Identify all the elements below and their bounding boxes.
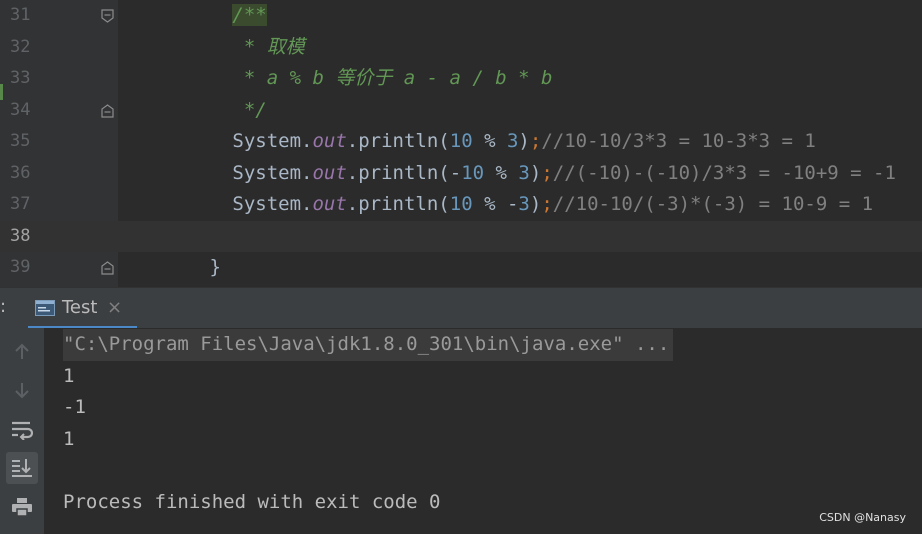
code-token: % [484, 161, 519, 184]
code-token: % - [472, 193, 519, 215]
line-number[interactable]: 34 [10, 95, 34, 127]
code-token: //10-10/(-3)*(-3) = 10-9 = 1 [552, 193, 874, 215]
code-token: System. [232, 130, 313, 152]
code-token: ) [529, 193, 542, 215]
console-toolbar [0, 328, 44, 534]
down-arrow-button[interactable] [6, 374, 38, 406]
fold-close-icon[interactable] [101, 103, 114, 118]
console-output-line: 1 [63, 365, 75, 387]
code-token: /** [232, 4, 267, 26]
tab-close-icon[interactable]: × [107, 297, 122, 318]
console-command-line[interactable]: "C:\Program Files\Java\jdk1.8.0_301\bin\… [63, 329, 674, 361]
code-line[interactable]: 36 System.out.println(-10 % 3);//(-10)-(… [0, 158, 922, 190]
code-token: 3 [518, 193, 530, 215]
code-token: 10 [449, 130, 473, 152]
code-token: * a % b 等价于 a - a / b * b [243, 67, 553, 89]
code-token: 3 [518, 161, 530, 184]
code-token: out [312, 130, 347, 152]
code-text[interactable]: System.out.println(-10 % 3);//(-10)-(-10… [118, 158, 896, 190]
run-tool-window-header: : Test × [0, 287, 922, 329]
code-text[interactable]: System.out.println(10 % 3);//10-10/3*3 =… [118, 126, 816, 158]
print-button[interactable] [6, 491, 38, 523]
code-text[interactable]: * 取模 [118, 32, 305, 64]
code-token: */ [243, 98, 267, 121]
console-icon [35, 300, 55, 316]
line-number[interactable]: 33 [10, 63, 34, 95]
code-token: ) [529, 161, 542, 184]
code-token: ; [541, 193, 553, 215]
console-output-line: -1 [63, 396, 86, 418]
tab-test[interactable]: Test × [28, 288, 137, 329]
code-token: System. [232, 161, 313, 184]
code-token: 10 [461, 161, 485, 184]
code-line[interactable]: 32 * 取模 [0, 32, 922, 64]
line-number[interactable]: 36 [10, 158, 34, 190]
console-exit-message: Process finished with exit code 0 [63, 491, 441, 513]
soft-wrap-button[interactable] [6, 414, 38, 446]
line-number[interactable]: 35 [10, 126, 34, 158]
code-token: out [312, 161, 347, 184]
code-token: ; [529, 130, 542, 152]
code-token: * 取模 [243, 35, 305, 58]
code-text[interactable]: System.out.println(10 % -3);//10-10/(-3)… [118, 189, 873, 221]
code-token: 10 [449, 193, 473, 215]
code-text[interactable]: * a % b 等价于 a - a / b * b [118, 63, 553, 95]
console-output-line: 1 [63, 428, 75, 450]
print-icon [11, 497, 33, 517]
watermark: CSDN @Nanasy [819, 511, 906, 524]
code-token: System. [232, 193, 313, 215]
line-number[interactable]: 31 [10, 0, 34, 32]
down-arrow-icon [13, 381, 31, 399]
console-output[interactable]: "C:\Program Files\Java\jdk1.8.0_301\bin\… [44, 328, 922, 534]
code-token: ) [518, 130, 530, 152]
code-token: % [472, 130, 507, 152]
code-token: 3 [506, 130, 519, 152]
code-token: out [312, 193, 347, 215]
run-label-prefix: : [0, 296, 7, 317]
code-token: .println( [346, 130, 450, 152]
tab-test-label: Test [62, 297, 98, 318]
up-arrow-icon [13, 343, 31, 361]
code-token: } [209, 256, 221, 278]
line-number[interactable]: 37 [10, 189, 34, 221]
code-token: ; [541, 161, 553, 184]
fold-close-icon[interactable] [101, 261, 114, 275]
code-line[interactable]: 39 } [0, 252, 922, 284]
up-arrow-button[interactable] [6, 336, 38, 368]
scroll-to-end-button[interactable] [6, 452, 38, 484]
code-line[interactable]: 34 */ [0, 95, 922, 127]
code-line[interactable]: 38 [0, 220, 922, 253]
code-line[interactable]: 31 /** [0, 0, 922, 32]
code-token: //10-10/3*3 = 10-3*3 = 1 [541, 130, 816, 152]
code-token: .println(- [346, 161, 462, 184]
code-text[interactable]: /** [118, 0, 267, 32]
code-editor[interactable]: 31 /** 32 * 取模 33 * a % b 等价于 a - a / b * … [0, 0, 922, 287]
scroll-to-end-icon [11, 458, 33, 478]
line-number[interactable]: 38 [10, 221, 34, 253]
line-number[interactable]: 39 [10, 252, 34, 284]
code-text[interactable]: */ [118, 95, 267, 127]
code-text[interactable]: } [118, 252, 221, 284]
code-token: .println( [346, 193, 450, 215]
code-line[interactable]: 33 * a % b 等价于 a - a / b * b [0, 63, 922, 95]
vcs-change-marker[interactable] [0, 84, 3, 100]
code-line[interactable]: 37 System.out.println(10 % -3);//10-10/(… [0, 189, 922, 221]
code-line[interactable]: 35 System.out.println(10 % 3);//10-10/3*… [0, 126, 922, 158]
soft-wrap-icon [11, 420, 33, 440]
line-number[interactable]: 32 [10, 32, 34, 64]
fold-open-icon[interactable] [101, 9, 114, 23]
code-token: //(-10)-(-10)/3*3 = -10+9 = -1 [552, 161, 896, 184]
